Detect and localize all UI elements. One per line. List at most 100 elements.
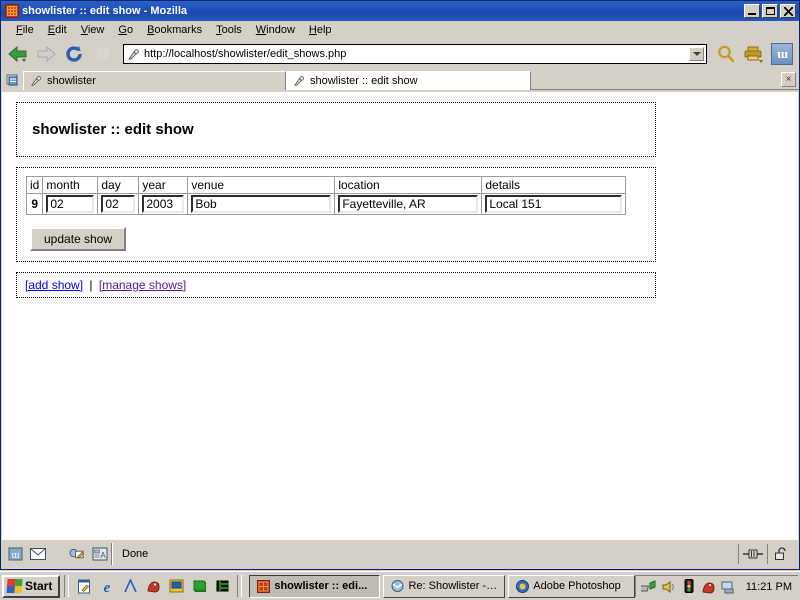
tab-showlister[interactable]: showlister bbox=[23, 71, 286, 90]
title-bar: showlister :: edit show - Mozilla bbox=[1, 1, 799, 21]
mozilla-dino-icon[interactable] bbox=[145, 578, 161, 594]
system-tray: 11:21 PM bbox=[634, 575, 798, 597]
volume-icon[interactable] bbox=[661, 579, 677, 595]
month-input[interactable] bbox=[46, 195, 95, 213]
navigation-toolbar: http://localhost/showlister/edit_shows.p… bbox=[1, 40, 799, 68]
taskbar-divider bbox=[64, 575, 70, 597]
browser-icon[interactable]: ɯ bbox=[7, 547, 23, 562]
netscape-icon[interactable] bbox=[122, 578, 138, 594]
cell-details bbox=[481, 193, 627, 215]
media-icon[interactable] bbox=[168, 578, 184, 594]
day-input[interactable] bbox=[101, 195, 136, 213]
tab-bar: showlister showlister :: edit show × bbox=[1, 68, 799, 90]
chevron-down-icon[interactable] bbox=[689, 47, 704, 61]
connection-icon bbox=[738, 544, 767, 564]
unlocked-padlock-icon bbox=[767, 544, 796, 564]
header-year: year bbox=[138, 176, 189, 194]
manage-shows-link[interactable]: [manage shows] bbox=[99, 278, 186, 292]
status-indicators bbox=[738, 543, 796, 565]
edit-show-form-panel: id month day year venue location details… bbox=[16, 167, 656, 262]
new-tab-icon[interactable] bbox=[3, 70, 23, 89]
mail-icon[interactable] bbox=[30, 547, 46, 562]
terminal-icon[interactable] bbox=[214, 578, 230, 594]
task-label: showlister :: edi... bbox=[274, 580, 368, 592]
maximize-button[interactable] bbox=[762, 4, 778, 18]
svg-text:ɯ: ɯ bbox=[11, 550, 19, 561]
window-title: showlister :: edit show - Mozilla bbox=[22, 5, 188, 17]
start-label: Start bbox=[25, 579, 53, 593]
tab-showlister-edit-show[interactable]: showlister :: edit show bbox=[286, 71, 531, 90]
internet-explorer-icon[interactable]: e bbox=[99, 578, 115, 594]
dino-tray-icon[interactable] bbox=[701, 579, 717, 595]
mozilla-dino-icon bbox=[5, 4, 19, 18]
task-label: Adobe Photoshop bbox=[533, 580, 621, 592]
show-table: id month day year venue location details… bbox=[25, 176, 627, 215]
search-magnifier-icon[interactable] bbox=[713, 42, 739, 66]
back-arrow-icon[interactable] bbox=[5, 42, 31, 66]
forward-arrow-icon bbox=[33, 42, 59, 66]
cell-venue bbox=[187, 193, 336, 215]
traffic-light-icon[interactable] bbox=[681, 579, 697, 595]
year-input[interactable] bbox=[142, 195, 185, 213]
print-icon[interactable] bbox=[741, 42, 767, 66]
quick-launch: e bbox=[73, 578, 233, 594]
component-bar: ɯ A bbox=[4, 543, 112, 565]
reload-icon[interactable] bbox=[61, 42, 87, 66]
menu-edit[interactable]: Edit bbox=[41, 23, 74, 37]
header-day: day bbox=[97, 176, 140, 194]
details-input[interactable] bbox=[485, 195, 623, 213]
update-show-button[interactable]: update show bbox=[30, 227, 127, 251]
close-button[interactable] bbox=[780, 4, 796, 18]
window-controls bbox=[744, 4, 797, 18]
tab-label: showlister bbox=[47, 75, 96, 87]
header-venue: venue bbox=[187, 176, 336, 194]
menu-bookmarks[interactable]: Bookmarks bbox=[140, 23, 209, 37]
taskbar: Start e showlister:: edi... Re: Showlis… bbox=[0, 571, 800, 600]
menu-file[interactable]: File bbox=[9, 23, 41, 37]
stop-icon bbox=[89, 42, 115, 66]
network-icon[interactable] bbox=[640, 579, 657, 595]
addressbook-icon[interactable]: A bbox=[92, 547, 108, 562]
page-title: showlister :: edit show bbox=[32, 121, 194, 138]
page-tag-icon bbox=[31, 76, 41, 86]
notepad-icon[interactable] bbox=[76, 578, 92, 594]
composer-icon[interactable] bbox=[69, 547, 85, 562]
start-button[interactable]: Start bbox=[2, 574, 61, 598]
status-bar: ɯ A Done bbox=[2, 540, 798, 568]
location-input[interactable] bbox=[338, 195, 479, 213]
url-bar[interactable]: http://localhost/showlister/edit_shows.p… bbox=[123, 44, 707, 64]
menu-help[interactable]: Help bbox=[302, 23, 339, 37]
tab-bar-filler: × bbox=[531, 70, 799, 90]
table-header-row: id month day year venue location details bbox=[25, 176, 627, 194]
minimize-button[interactable] bbox=[744, 4, 760, 18]
task-adobe-photoshop[interactable]: Adobe Photoshop bbox=[508, 574, 635, 598]
menu-window[interactable]: Window bbox=[249, 23, 302, 37]
status-text: Done bbox=[112, 543, 738, 565]
page-links-panel: [add show] | [manage shows] bbox=[16, 272, 656, 298]
task-re-showlister[interactable]: Re: Showlister - I... bbox=[383, 574, 506, 598]
header-month: month bbox=[42, 176, 99, 194]
book-icon[interactable] bbox=[191, 578, 207, 594]
header-details: details bbox=[481, 176, 627, 194]
link-separator: | bbox=[89, 278, 93, 292]
menu-tools[interactable]: Tools bbox=[209, 23, 249, 37]
task-buttons: showlister :: edi... Re: Showlister - I.… bbox=[246, 574, 635, 598]
menu-view[interactable]: View bbox=[74, 23, 112, 37]
cell-day bbox=[97, 193, 140, 215]
taskbar-clock: 11:21 PM bbox=[745, 580, 792, 593]
cell-location bbox=[334, 193, 483, 215]
add-show-link[interactable]: [add show] bbox=[25, 278, 83, 292]
mail-icon bbox=[390, 579, 404, 593]
photoshop-icon bbox=[515, 579, 529, 593]
page-tag-icon bbox=[128, 48, 139, 59]
browser-window: showlister :: edit show - Mozilla File E… bbox=[0, 0, 800, 570]
cell-month bbox=[42, 193, 99, 215]
display-icon[interactable] bbox=[721, 579, 737, 595]
task-showlister[interactable]: showlister :: edi... bbox=[249, 574, 381, 598]
close-tab-button[interactable]: × bbox=[781, 72, 796, 87]
mozilla-logo-icon[interactable]: ɯ bbox=[769, 42, 795, 66]
cell-year bbox=[138, 193, 189, 215]
menu-go[interactable]: Go bbox=[111, 23, 140, 37]
windows-flag-icon bbox=[6, 579, 23, 593]
venue-input[interactable] bbox=[191, 195, 332, 213]
